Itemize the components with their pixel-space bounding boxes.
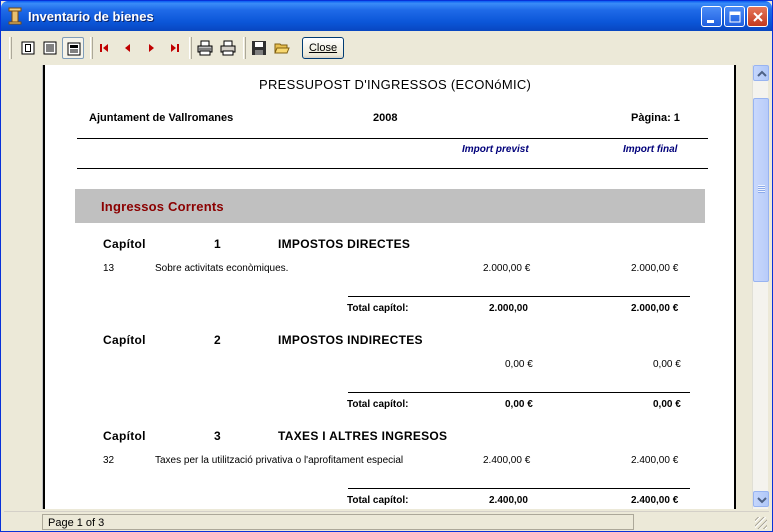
report-title: PRESSUPOST D'INGRESSOS (ECONóMIC) bbox=[259, 77, 532, 92]
last-page-button[interactable] bbox=[163, 37, 185, 59]
next-page-icon bbox=[149, 44, 154, 52]
chapter-name: TAXES I ALTRES INGRESOS bbox=[278, 429, 448, 443]
total-label: Total capítol: bbox=[347, 399, 409, 410]
report-viewer: PRESSUPOST D'INGRESSOS (ECONóMIC) Ajunta… bbox=[7, 65, 769, 509]
maximize-icon bbox=[729, 11, 741, 23]
line-import-previst: 2.400,00 € bbox=[483, 455, 531, 466]
printer-setup-icon bbox=[197, 40, 213, 56]
print-setup-button[interactable] bbox=[194, 37, 216, 59]
print-button[interactable] bbox=[217, 37, 239, 59]
total-import-final: 2.000,00 € bbox=[631, 303, 679, 314]
chapter-number: 3 bbox=[214, 429, 221, 443]
close-report-button[interactable]: Close bbox=[302, 37, 344, 59]
chapter-name: IMPOSTOS DIRECTES bbox=[278, 237, 411, 251]
header-divider bbox=[77, 168, 708, 169]
page-info: Page 1 of 3 bbox=[42, 514, 634, 530]
minimize-icon bbox=[707, 20, 714, 23]
vertical-scrollbar[interactable] bbox=[752, 65, 769, 509]
toolbar-separator bbox=[243, 37, 246, 59]
title-bar[interactable]: Inventario de bienes bbox=[1, 1, 772, 31]
section-title: Ingressos Corrents bbox=[101, 199, 224, 214]
page-number-label: Pàgina: 1 bbox=[631, 112, 680, 124]
total-import-previst: 0,00 € bbox=[505, 399, 533, 410]
page-width-button[interactable] bbox=[17, 37, 39, 59]
total-import-previst: 2.000,00 bbox=[489, 303, 528, 314]
next-page-button[interactable] bbox=[140, 37, 162, 59]
total-import-final: 0,00 € bbox=[653, 399, 681, 410]
open-folder-icon bbox=[274, 43, 290, 54]
zoom-100-button[interactable] bbox=[62, 37, 84, 59]
scroll-thumb[interactable] bbox=[753, 98, 769, 282]
lines-page-icon bbox=[43, 41, 57, 55]
resize-grip[interactable] bbox=[755, 517, 767, 529]
thumb-grip bbox=[758, 185, 765, 193]
line-description: Sobre activitats econòmiques. bbox=[155, 263, 289, 274]
line-import-previst: 0,00 € bbox=[505, 359, 533, 370]
open-button[interactable] bbox=[271, 37, 293, 59]
chapter-name: IMPOSTOS INDIRECTES bbox=[278, 333, 423, 347]
column-header-import-previst: Import previst bbox=[462, 144, 529, 155]
first-page-button[interactable] bbox=[94, 37, 116, 59]
zoom-page-icon bbox=[67, 42, 81, 56]
single-page-icon bbox=[21, 41, 35, 55]
report-page: PRESSUPOST D'INGRESSOS (ECONóMIC) Ajunta… bbox=[43, 65, 736, 509]
chevron-up-icon bbox=[757, 70, 767, 77]
last-page-icon bbox=[171, 44, 179, 52]
toolbar-separator bbox=[90, 37, 93, 59]
section-band: Ingressos Corrents bbox=[75, 189, 705, 223]
line-code: 13 bbox=[103, 263, 115, 274]
header-divider bbox=[77, 138, 708, 139]
chevron-down-icon bbox=[757, 497, 767, 504]
total-import-final: 2.400,00 € bbox=[631, 495, 679, 506]
status-bar: Page 1 of 3 bbox=[4, 511, 769, 531]
line-import-final: 2.400,00 € bbox=[631, 455, 679, 466]
previous-page-icon bbox=[125, 44, 130, 52]
minimize-button[interactable] bbox=[701, 6, 722, 27]
chapter-number: 2 bbox=[214, 333, 221, 347]
column-header-import-final: Import final bbox=[623, 144, 678, 155]
window-title: Inventario de bienes bbox=[28, 9, 154, 24]
line-description: Taxes per la utilització privativa o l'a… bbox=[155, 455, 404, 466]
whole-page-button[interactable] bbox=[39, 37, 61, 59]
total-label: Total capítol: bbox=[347, 303, 409, 314]
report-viewer-window: Inventario de bienes Close PRESSUPOST D'… bbox=[0, 0, 773, 532]
chapter-label: Capítol bbox=[103, 429, 146, 443]
total-divider bbox=[348, 296, 690, 297]
chapter-number: 1 bbox=[214, 237, 221, 251]
total-divider bbox=[348, 392, 690, 393]
chapter-label: Capítol bbox=[103, 237, 146, 251]
toolbar-grip[interactable] bbox=[9, 37, 12, 59]
first-page-icon bbox=[100, 44, 108, 52]
scroll-up-button[interactable] bbox=[753, 65, 769, 81]
maximize-button[interactable] bbox=[724, 6, 745, 27]
left-margin bbox=[7, 65, 43, 509]
close-icon bbox=[753, 12, 763, 22]
line-import-previst: 2.000,00 € bbox=[483, 263, 531, 274]
line-import-final: 0,00 € bbox=[653, 359, 681, 370]
column-app-icon bbox=[8, 7, 22, 25]
toolbar: Close bbox=[4, 32, 769, 64]
line-code: 32 bbox=[103, 455, 115, 466]
close-report-label: Close bbox=[308, 42, 338, 54]
scroll-down-button[interactable] bbox=[753, 491, 769, 507]
right-margin bbox=[736, 65, 752, 509]
chapter-label: Capítol bbox=[103, 333, 146, 347]
printer-icon bbox=[220, 40, 236, 56]
floppy-disk-icon bbox=[252, 41, 266, 55]
total-divider bbox=[348, 488, 690, 489]
line-import-final: 2.000,00 € bbox=[631, 263, 679, 274]
report-year: 2008 bbox=[373, 112, 398, 124]
organization-name: Ajuntament de Vallromanes bbox=[89, 112, 234, 124]
total-label: Total capítol: bbox=[347, 495, 409, 506]
close-window-button[interactable] bbox=[747, 6, 768, 27]
total-import-previst: 2.400,00 bbox=[489, 495, 528, 506]
toolbar-separator bbox=[189, 37, 192, 59]
previous-page-button[interactable] bbox=[117, 37, 139, 59]
save-button[interactable] bbox=[248, 37, 270, 59]
